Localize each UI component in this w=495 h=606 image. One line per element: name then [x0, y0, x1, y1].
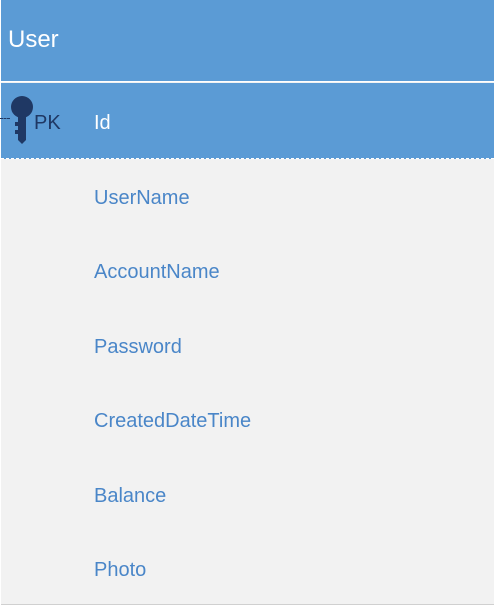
field-photo[interactable]: Photo — [94, 558, 146, 582]
field-username[interactable]: UserName — [94, 186, 190, 210]
entity-header: User — [1, 0, 494, 82]
key-icon — [11, 96, 33, 144]
field-balance[interactable]: Balance — [94, 484, 166, 508]
primary-key-row[interactable] — [1, 83, 494, 159]
entity-user[interactable]: User — [1, 0, 494, 605]
field-accountname[interactable]: AccountName — [94, 260, 220, 284]
field-createddatetime[interactable]: CreatedDateTime — [94, 409, 251, 433]
pk-marker: PK — [34, 112, 61, 134]
field-id[interactable]: Id — [94, 111, 111, 135]
field-password[interactable]: Password — [94, 335, 182, 359]
entity-title: User — [8, 26, 59, 53]
